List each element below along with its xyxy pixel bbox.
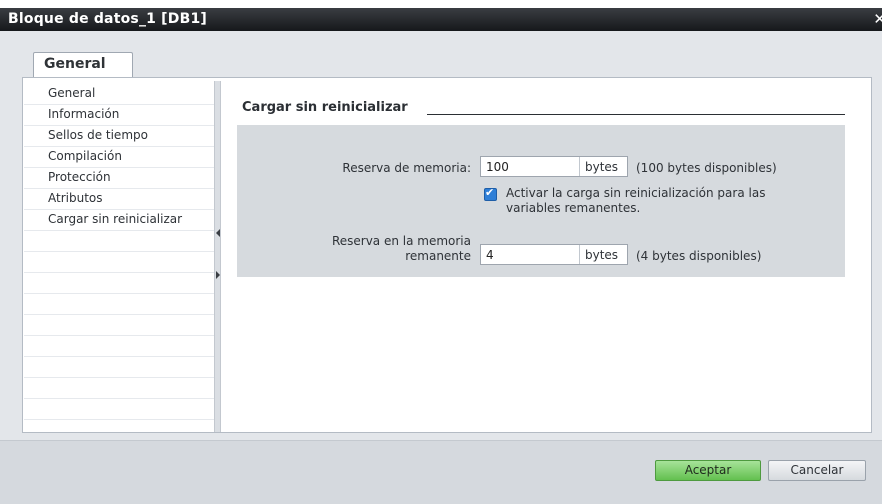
nav-item-informacion[interactable]: Información [24,105,214,126]
unit-separator [579,245,580,264]
memory-reserve-field[interactable]: 100 bytes [480,156,628,177]
nav-empty-row [24,252,214,273]
nav-item-label: Sellos de tiempo [48,128,148,142]
checkmark-icon: ✔ [485,186,495,199]
close-icon[interactable]: ✕ [873,10,882,28]
nav-item-compilacion[interactable]: Compilación [24,147,214,168]
nav-empty-row [24,336,214,357]
cancel-button[interactable]: Cancelar [768,460,866,481]
section-title: Cargar sin reinicializar [242,100,408,115]
nav-empty-row [24,315,214,336]
nav-item-cargar-sin-reinicializar[interactable]: Cargar sin reinicializar [24,210,214,231]
nav-empty-row [24,294,214,315]
nav-empty-row [24,399,214,420]
memory-reserve-label: Reserva de memoria: [342,161,471,175]
nav-item-general[interactable]: General [24,84,214,105]
memory-reserve-available: (100 bytes disponibles) [636,161,777,175]
retain-reserve-label-line2: remanente [405,249,471,263]
nav-item-label: General [48,86,96,100]
window-title: Bloque de datos_1 [DB1] [8,11,207,27]
nav-item-proteccion[interactable]: Protección [24,168,214,189]
nav-item-label: Compilación [48,149,122,163]
unit-separator [579,157,580,176]
nav-item-label: Protección [48,170,111,184]
nav-empty-row [24,231,214,252]
nav-item-label: Atributos [48,191,103,205]
expand-right-icon[interactable] [216,271,220,279]
retain-reserve-label-line1: Reserva en la memoria [331,234,471,248]
memory-reserve-value: 100 [486,160,509,174]
nav-empty-row [24,273,214,294]
nav-item-label: Información [48,107,120,121]
retain-reserve-unit: bytes [585,248,619,262]
ok-button[interactable]: Aceptar [655,460,761,481]
tab-general[interactable]: General [33,52,133,78]
enable-reload-checkbox[interactable]: ✔ [484,186,497,201]
nav-item-label: Cargar sin reinicializar [48,212,183,226]
retain-reserve-value: 4 [486,248,494,262]
tab-general-label: General [44,56,106,72]
nav-empty-row [24,357,214,378]
panel-splitter[interactable] [214,81,221,432]
memory-reserve-unit: bytes [585,160,619,174]
nav-item-atributos[interactable]: Atributos [24,189,214,210]
retain-reserve-available: (4 bytes disponibles) [636,249,762,263]
retain-reserve-field[interactable]: 4 bytes [480,244,628,265]
collapse-left-icon[interactable] [216,229,220,237]
nav-empty-row [24,378,214,399]
section-divider [427,114,845,115]
nav-item-sellos-de-tiempo[interactable]: Sellos de tiempo [24,126,214,147]
enable-reload-label: Activar la carga sin reinicialización pa… [506,186,766,215]
properties-nav: General Información Sellos de tiempo Com… [24,84,214,432]
title-bar: Bloque de datos_1 [DB1] ✕ [0,8,882,31]
